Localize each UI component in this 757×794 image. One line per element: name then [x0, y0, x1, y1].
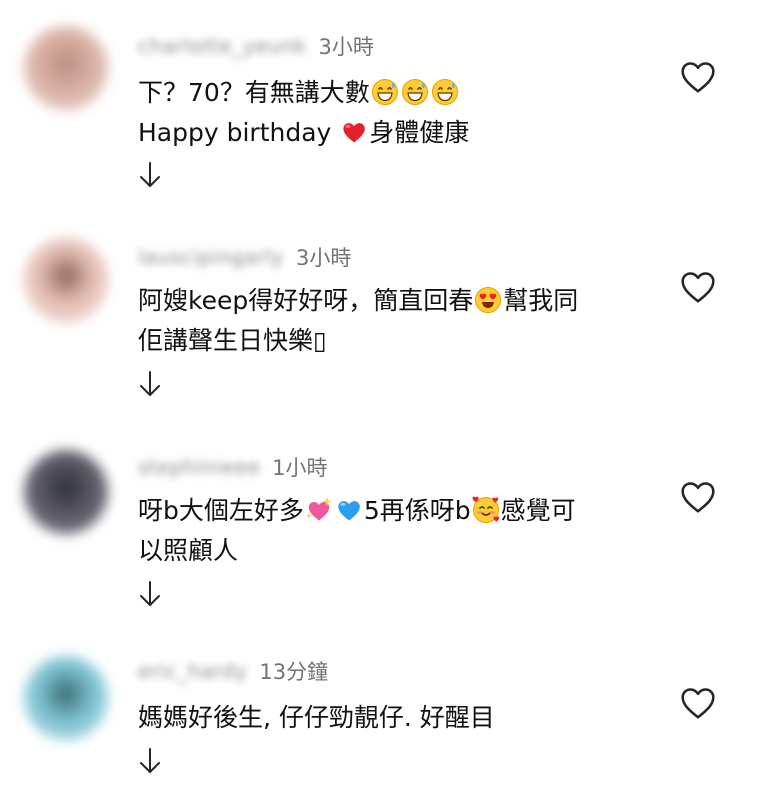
comment-line: 佢講聲生日快樂▯	[138, 321, 658, 361]
comment-text-segment: 感覺可	[500, 496, 576, 525]
blue-heart-emoji-icon	[338, 501, 360, 521]
heart-outline-icon[interactable]	[680, 686, 716, 720]
comment-text-segment: Happy birthday	[138, 118, 340, 147]
heart-outline-icon[interactable]	[680, 60, 716, 94]
grin-sweat-emoji-icon	[371, 79, 398, 105]
comment-text-segment: 以照顧人	[138, 536, 239, 565]
comment-line: 媽媽好後生, 仔仔勁靚仔. 好醒目	[138, 698, 658, 738]
timestamp: 1小時	[272, 456, 328, 480]
arrow-down-icon[interactable]	[138, 579, 162, 609]
heart-eyes-emoji-icon	[475, 287, 502, 313]
grin-sweat-emoji-icon	[401, 79, 428, 105]
grin-sweat-emoji-icon	[431, 79, 458, 105]
arrow-down-icon[interactable]	[138, 160, 162, 190]
username[interactable]: eric_hardy	[138, 659, 247, 683]
avatar[interactable]	[24, 238, 108, 322]
timestamp: 3小時	[318, 35, 374, 59]
comment-text-segment: 身體健康	[369, 118, 470, 147]
timestamp: 13分鐘	[259, 660, 329, 684]
comment-line: 阿嫂keep得好好呀，簡直回春 幫我同	[138, 281, 658, 321]
comment-text: 呀b大個左好多 5再係呀b 感覺可 以照顧人	[138, 491, 658, 571]
timestamp: 3小時	[295, 246, 352, 270]
arrow-down-icon[interactable]	[138, 746, 162, 776]
comment-text-segment: 阿嫂keep得好好呀，簡直回春	[138, 286, 474, 315]
red-heart-emoji-icon	[343, 123, 366, 143]
comment-line: 以照顧人	[138, 531, 658, 571]
comment-text-segment: 幫我同	[503, 286, 579, 315]
comment-line: 呀b大個左好多 5再係呀b 感覺可	[138, 491, 658, 531]
avatar[interactable]	[24, 656, 108, 740]
smiling-hearts-emoji-icon	[472, 496, 499, 523]
arrow-down-icon[interactable]	[138, 369, 162, 399]
username[interactable]: stephinieee	[138, 455, 260, 479]
comment-meta: lauscipingarly 3小時	[138, 242, 351, 272]
comment-line: Happy birthday 身體健康	[138, 113, 658, 153]
comment-meta: charlotte_yeunk 3小時	[138, 31, 374, 61]
heart-outline-icon[interactable]	[680, 270, 716, 304]
avatar[interactable]	[24, 26, 108, 110]
comment-text: 阿嫂keep得好好呀，簡直回春 幫我同 佢講聲生日快樂▯	[138, 281, 658, 361]
comment-meta: stephinieee 1小時	[138, 452, 328, 482]
comment-meta: eric_hardy 13分鐘	[138, 656, 328, 686]
comment-text-segment: 下？70？有無講大數	[138, 78, 370, 107]
comment-text: 媽媽好後生, 仔仔勁靚仔. 好醒目	[138, 698, 658, 738]
username[interactable]: charlotte_yeunk	[138, 34, 307, 58]
comment-text: 下？70？有無講大數 Happy birthday 身體健康	[138, 73, 658, 153]
comment-text-segment: 5再係呀b	[363, 496, 471, 525]
sparkling-heart-emoji-icon	[305, 497, 332, 521]
comment-text-segment: 佢講聲生日快樂▯	[138, 326, 327, 355]
avatar[interactable]	[24, 450, 108, 534]
comment-text-segment: 媽媽好後生, 仔仔勁靚仔. 好醒目	[138, 703, 495, 732]
username[interactable]: lauscipingarly	[138, 245, 284, 269]
heart-outline-icon[interactable]	[680, 480, 716, 514]
comment-text-segment: 呀b大個左好多	[138, 496, 304, 525]
comment-line: 下？70？有無講大數	[138, 73, 658, 113]
